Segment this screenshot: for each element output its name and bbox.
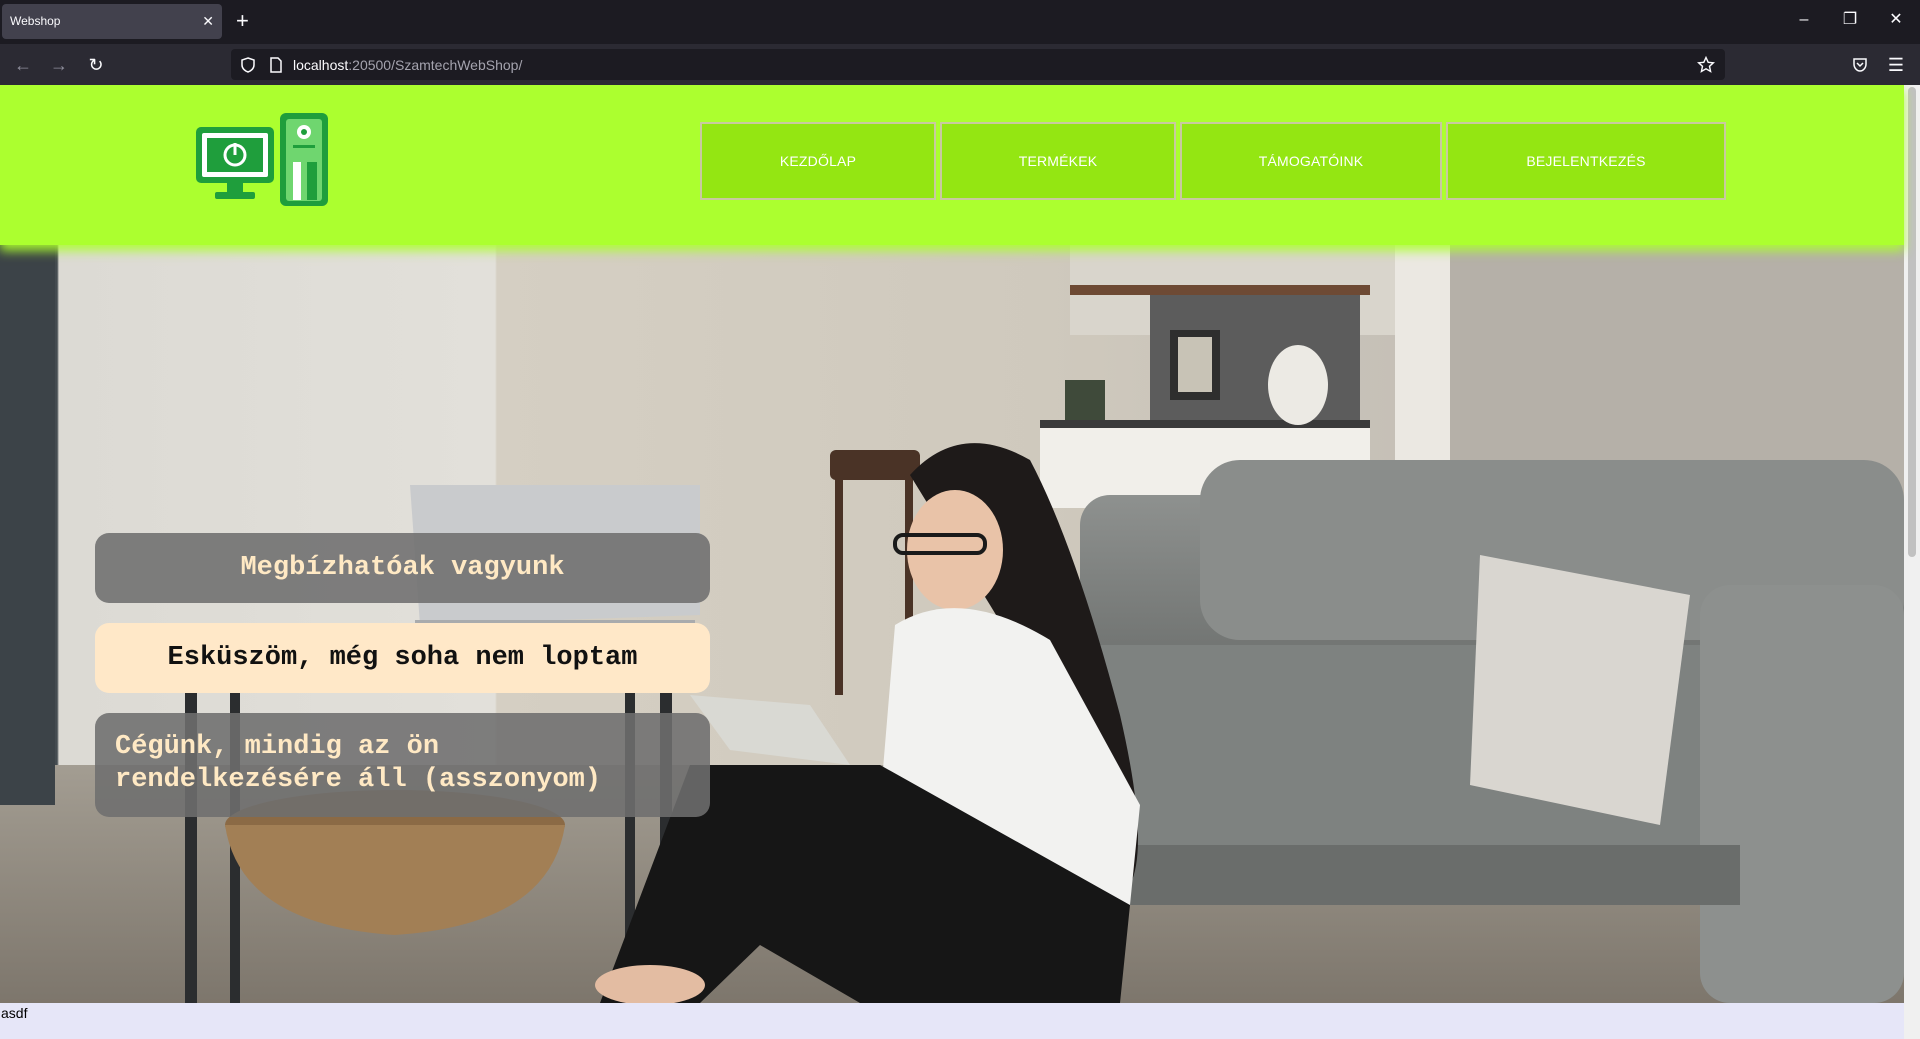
url-host: localhost (293, 57, 349, 73)
tab-title: Webshop (10, 14, 61, 28)
forward-icon[interactable]: → (47, 53, 71, 77)
scrollbar-thumb[interactable] (1908, 87, 1916, 557)
shield-icon[interactable] (239, 56, 257, 74)
pocket-icon[interactable] (1851, 56, 1869, 74)
hero-image: Megbízhatóak vagyunk Esküszöm, még soha … (0, 245, 1904, 1003)
footer-text: asdf (1, 1005, 28, 1021)
hero-service-line1: Cégünk, mindig az ön (115, 732, 440, 762)
back-icon[interactable]: ← (11, 53, 35, 77)
browser-tab-strip: Webshop ✕ + – ❐ ✕ (0, 0, 1920, 44)
browser-tab[interactable]: Webshop ✕ (2, 4, 222, 39)
tab-close-icon[interactable]: ✕ (202, 12, 214, 30)
computer-logo-icon[interactable] (193, 112, 333, 207)
menu-item-home[interactable]: KEZDŐLAP (700, 122, 936, 200)
page-viewport: KEZDŐLAP TERMÉKEK TÁMOGATÓINK BEJELENTKE… (0, 85, 1920, 1039)
minimize-icon[interactable]: – (1794, 10, 1814, 30)
menu-item-sponsors[interactable]: TÁMOGATÓINK (1180, 122, 1442, 200)
hero-badge-service: Cégünk, mindig az ön rendelkezésére áll … (95, 713, 710, 817)
vertical-scrollbar[interactable] (1904, 85, 1920, 1039)
window-close-icon[interactable]: ✕ (1886, 10, 1906, 30)
page-icon (270, 57, 282, 73)
main-menu: KEZDŐLAP TERMÉKEK TÁMOGATÓINK BEJELENTKE… (700, 122, 1730, 200)
site-header: KEZDŐLAP TERMÉKEK TÁMOGATÓINK BEJELENTKE… (0, 85, 1904, 245)
restore-icon[interactable]: ❐ (1840, 10, 1860, 30)
reload-icon[interactable]: ↻ (84, 53, 108, 77)
url-path: :20500/SzamtechWebShop/ (348, 57, 523, 73)
hero-badge-promise: Esküszöm, még soha nem loptam (95, 623, 710, 693)
new-tab-icon[interactable]: + (236, 9, 249, 33)
hero-service-line2: rendelkezésére áll (asszonyom) (115, 765, 602, 795)
hero-badge-reliable: Megbízhatóak vagyunk (95, 533, 710, 603)
menu-item-login[interactable]: BEJELENTKEZÉS (1446, 122, 1726, 200)
menu-item-products[interactable]: TERMÉKEK (940, 122, 1176, 200)
browser-toolbar: ← → ↻ localhost:20500/SzamtechWebShop/ ☰ (0, 44, 1920, 85)
url-text: localhost:20500/SzamtechWebShop/ (293, 57, 522, 73)
menu-icon[interactable]: ☰ (1884, 53, 1908, 77)
page-footer: asdf (0, 1003, 1904, 1039)
bookmark-star-icon[interactable] (1697, 56, 1715, 74)
url-bar[interactable]: localhost:20500/SzamtechWebShop/ (231, 49, 1725, 80)
